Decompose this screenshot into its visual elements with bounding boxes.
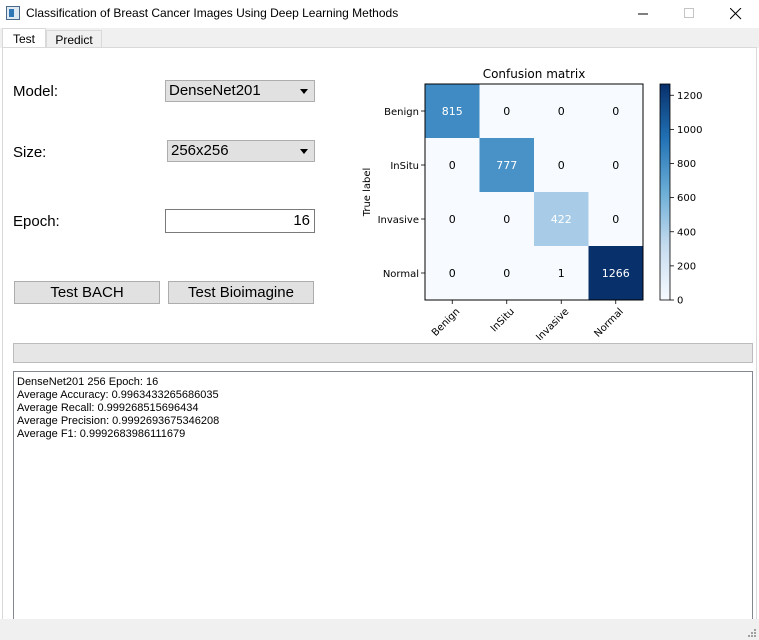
- model-label: Model:: [13, 83, 59, 100]
- maximize-icon: [684, 8, 694, 18]
- cell-value-label: 0: [558, 105, 565, 118]
- cell-value-label: 0: [612, 105, 619, 118]
- epoch-label: Epoch:: [13, 213, 60, 230]
- output-line: Average F1: 0.9992683986111679: [17, 428, 186, 440]
- minimize-button[interactable]: [621, 0, 667, 28]
- output-line: Average Precision: 0.9992693675346208: [17, 415, 220, 427]
- model-select-value: DenseNet201: [169, 82, 261, 99]
- output-line: Average Accuracy: 0.9963433265686035: [17, 389, 219, 401]
- tab-predict[interactable]: Predict: [46, 30, 102, 48]
- results-output[interactable]: DenseNet201 256 Epoch: 16 Average Accura…: [13, 371, 753, 621]
- y-tick-label: Invasive: [378, 215, 419, 226]
- progress-bar: [13, 343, 753, 363]
- output-line: DenseNet201 256 Epoch: 16: [17, 376, 159, 388]
- chart-title: Confusion matrix: [483, 67, 586, 81]
- output-line: Average Recall: 0.999268515696434: [17, 402, 199, 414]
- y-tick-label: Normal: [383, 269, 419, 280]
- colorbar-tick-label: 0: [677, 296, 683, 307]
- app-icon: [6, 6, 20, 20]
- cell-value-label: 0: [612, 213, 619, 226]
- cell-value-label: 0: [449, 159, 456, 172]
- tab-strip: Test Predict: [0, 28, 759, 48]
- maximize-button[interactable]: [667, 0, 713, 28]
- window-title: Classification of Breast Cancer Images U…: [26, 6, 399, 20]
- close-button[interactable]: [713, 0, 759, 28]
- cell-value-label: 422: [551, 213, 572, 226]
- size-select-value: 256x256: [171, 142, 229, 159]
- colorbar: [659, 83, 671, 301]
- test-bioimagine-button[interactable]: Test Bioimagine: [168, 281, 314, 304]
- x-tick-label: InSitu: [489, 306, 517, 334]
- colorbar-tick-label: 200: [677, 261, 696, 272]
- colorbar-tick-label: 600: [677, 193, 696, 204]
- colorbar-tick-label: 1000: [677, 125, 702, 136]
- size-select[interactable]: 256x256: [167, 140, 315, 162]
- cell-value-label: 0: [503, 213, 510, 226]
- y-tick-label: Benign: [384, 107, 419, 118]
- y-tick-label: InSitu: [390, 161, 419, 172]
- close-icon: [730, 8, 742, 20]
- colorbar-tick-label: 800: [677, 159, 696, 170]
- cell-value-label: 0: [612, 159, 619, 172]
- cell-value-label: 1266: [602, 267, 630, 280]
- x-tick-label: Normal: [593, 306, 626, 339]
- cell-value-label: 0: [449, 267, 456, 280]
- epoch-input[interactable]: 16: [165, 209, 315, 233]
- model-select[interactable]: DenseNet201: [165, 80, 315, 102]
- minimize-icon: [638, 13, 648, 15]
- cell-value-label: 0: [503, 267, 510, 280]
- size-label: Size:: [13, 144, 47, 161]
- test-bach-button[interactable]: Test BACH: [14, 281, 160, 304]
- chevron-down-icon: [300, 89, 308, 94]
- confusion-matrix-chart: Confusion matrix 815 0 0 0 0 777 0 0 0 0 422 0 0 0 1 12…: [362, 67, 702, 340]
- cell-value-label: 1: [558, 267, 565, 280]
- cell-value-label: 777: [496, 159, 517, 172]
- cell-value-label: 0: [503, 105, 510, 118]
- x-tick-label: Benign: [430, 306, 462, 338]
- status-bar: [0, 619, 759, 640]
- cell-value-label: 0: [449, 213, 456, 226]
- title-bar: Classification of Breast Cancer Images U…: [0, 0, 759, 28]
- tab-test[interactable]: Test: [2, 28, 46, 48]
- y-axis-label: True label: [362, 168, 373, 218]
- colorbar-tick-label: 1200: [677, 91, 702, 102]
- cell-value-label: 815: [442, 105, 463, 118]
- colorbar-tick-label: 400: [677, 227, 696, 238]
- x-tick-label: Invasive: [534, 306, 571, 340]
- cell-value-label: 0: [558, 159, 565, 172]
- chevron-down-icon: [300, 149, 308, 154]
- resize-grip-icon[interactable]: [747, 628, 757, 638]
